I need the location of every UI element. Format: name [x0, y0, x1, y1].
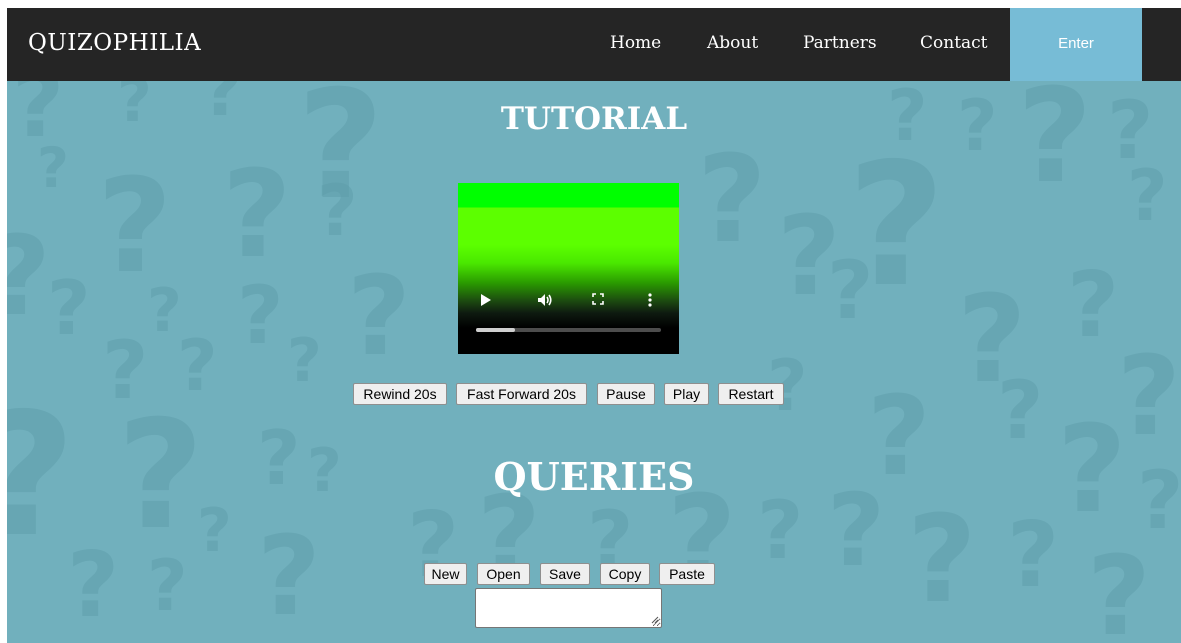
query-textarea[interactable] [475, 588, 662, 628]
fast-forward-20s-button[interactable]: Fast Forward 20s [456, 383, 587, 405]
play-icon[interactable] [480, 293, 492, 310]
background-pattern: ? ? ? ? ? ? ? ? ? ? ? ? ? ? ? ? ? ? ? ? … [7, 81, 1181, 643]
nav-link-partners[interactable]: Partners [803, 8, 877, 81]
new-button[interactable]: New [424, 563, 467, 585]
queries-heading: QUERIES [493, 454, 695, 499]
nav-link-home[interactable]: Home [610, 8, 661, 81]
pause-button[interactable]: Pause [597, 383, 655, 405]
top-navbar: QUIZOPHILIA Home About Partners Contact … [7, 8, 1181, 81]
paste-button[interactable]: Paste [659, 563, 715, 585]
volume-icon[interactable] [537, 293, 553, 310]
restart-button[interactable]: Restart [718, 383, 784, 405]
save-button[interactable]: Save [540, 563, 590, 585]
rewind-20s-button[interactable]: Rewind 20s [353, 383, 447, 405]
page: ? ? ? ? ? ? ? ? ? ? ? ? ? ? ? ? ? ? ? ? … [7, 8, 1181, 643]
tutorial-video[interactable] [458, 183, 679, 354]
brand-logo[interactable]: QUIZOPHILIA [28, 8, 201, 81]
video-progress-fill [476, 328, 515, 332]
video-progress-bar[interactable] [476, 328, 661, 332]
fullscreen-icon[interactable] [592, 293, 604, 308]
copy-button[interactable]: Copy [600, 563, 650, 585]
open-button[interactable]: Open [477, 563, 530, 585]
more-options-icon[interactable] [647, 293, 653, 310]
nav-link-about[interactable]: About [707, 8, 758, 81]
play-button[interactable]: Play [664, 383, 709, 405]
tutorial-heading: TUTORIAL [500, 101, 688, 137]
enter-button[interactable]: Enter [1010, 8, 1142, 81]
nav-link-contact[interactable]: Contact [920, 8, 988, 81]
